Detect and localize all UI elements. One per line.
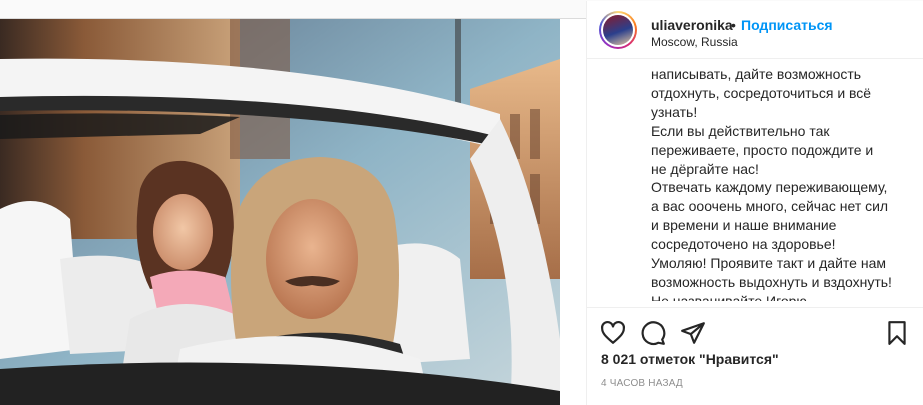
photo-image — [0, 19, 560, 405]
avatar[interactable] — [599, 11, 637, 49]
heart-outline-icon — [601, 320, 625, 344]
follow-button[interactable]: Подписаться — [741, 17, 833, 33]
username-link[interactable]: uliaveronika — [651, 17, 733, 33]
post-photo[interactable] — [0, 19, 560, 405]
instagram-window: uliaveronika • Подписаться Moscow, Russi… — [0, 0, 923, 405]
like-button[interactable] — [600, 320, 626, 346]
bookmark-icon — [888, 321, 906, 345]
action-bar — [587, 307, 923, 357]
avatar-ring — [601, 13, 635, 47]
post-sidebar: uliaveronika • Подписаться Moscow, Russi… — [586, 1, 923, 405]
post-card: uliaveronika • Подписаться Moscow, Russi… — [0, 1, 923, 405]
paper-plane-icon — [681, 322, 705, 344]
share-button[interactable] — [680, 320, 706, 346]
post-timestamp[interactable]: 4 часов назад — [601, 378, 683, 389]
post-header: uliaveronika • Подписаться Moscow, Russi… — [587, 1, 923, 59]
speech-bubble-icon — [641, 321, 666, 346]
separator-dot: • — [731, 17, 736, 33]
likes-count[interactable]: 8 021 отметок "Нравится" — [601, 351, 779, 367]
post-caption: написывать, дайте возможность отдохнуть,… — [651, 66, 892, 301]
comment-button[interactable] — [640, 320, 666, 346]
save-button[interactable] — [884, 320, 910, 346]
avatar-image — [603, 15, 633, 45]
location-link[interactable]: Moscow, Russia — [651, 35, 738, 49]
